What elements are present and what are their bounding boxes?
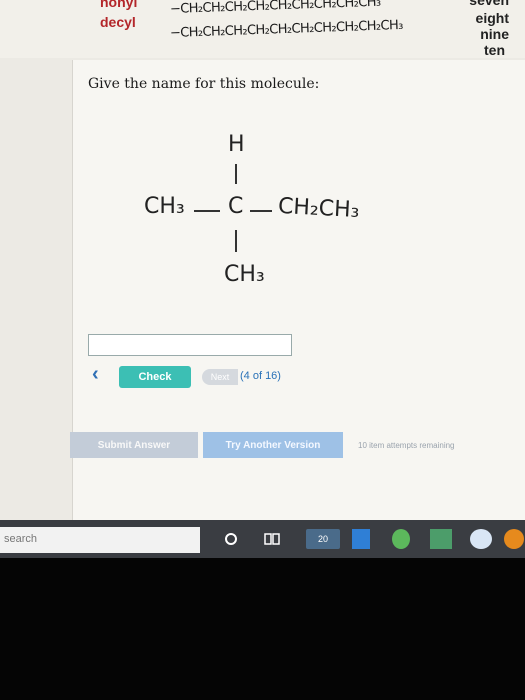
alkyl-name-decyl: decyl [100, 14, 136, 30]
submit-answer-button[interactable]: Submit Answer [70, 432, 198, 458]
number-word: ten [484, 42, 505, 58]
alkane-table-strip: nonyl decyl −CH₂CH₂CH₂CH₂CH₂CH₂CH₂CH₂CH₃… [0, 0, 525, 58]
cortana-circle-icon[interactable] [222, 529, 240, 549]
atom-center-c: C [228, 194, 244, 219]
mail-icon[interactable] [352, 529, 370, 549]
number-word: nine [480, 26, 509, 42]
group-bottom-ch3: CH₃ [224, 262, 265, 287]
browser-screen: nonyl decyl −CH₂CH₂CH₂CH₂CH₂CH₂CH₂CH₂CH₃… [0, 0, 525, 520]
question-prompt: Give the name for this molecule: [88, 76, 320, 92]
group-left-ch3: CH₃ [144, 194, 185, 219]
number-word: eight [475, 10, 509, 26]
back-arrow-icon[interactable]: ‹ [92, 363, 99, 386]
check-button[interactable]: Check [119, 366, 191, 388]
molecule-structure: H CH₃ C CH₂CH₃ CH₃ [130, 128, 410, 318]
dark-desk-area [0, 558, 525, 700]
file-explorer-icon[interactable]: 20 [306, 529, 340, 549]
number-word: seven [469, 0, 509, 8]
bond-bottom [235, 230, 237, 252]
alkyl-name-nonyl: nonyl [100, 0, 138, 10]
try-another-version-button[interactable]: Try Another Version [203, 432, 343, 458]
bond-left [194, 210, 220, 212]
attempts-remaining: 10 item attempts remaining [358, 441, 455, 450]
bond-right [250, 210, 272, 212]
group-right-ch2ch3: CH₂CH₃ [277, 193, 361, 224]
bond-top [235, 164, 237, 184]
next-button[interactable]: Next [202, 369, 238, 385]
app-photo-icon[interactable] [430, 529, 452, 549]
answer-input[interactable] [88, 334, 292, 356]
question-counter: (4 of 16) [240, 370, 281, 382]
alkyl-formula-decyl: −CH₂CH₂CH₂CH₂CH₂CH₂CH₂CH₂CH₂CH₃ [169, 17, 404, 41]
taskbar-badge: 20 [317, 534, 328, 544]
task-view-icon[interactable] [262, 529, 282, 549]
chrome-icon[interactable] [470, 529, 492, 549]
atom-top-h: H [228, 132, 245, 157]
firefox-icon[interactable] [504, 529, 524, 549]
app-green-icon[interactable] [392, 529, 410, 549]
alkyl-formula-nonyl: −CH₂CH₂CH₂CH₂CH₂CH₂CH₂CH₂CH₃ [169, 0, 381, 17]
search-placeholder: search [4, 533, 38, 545]
